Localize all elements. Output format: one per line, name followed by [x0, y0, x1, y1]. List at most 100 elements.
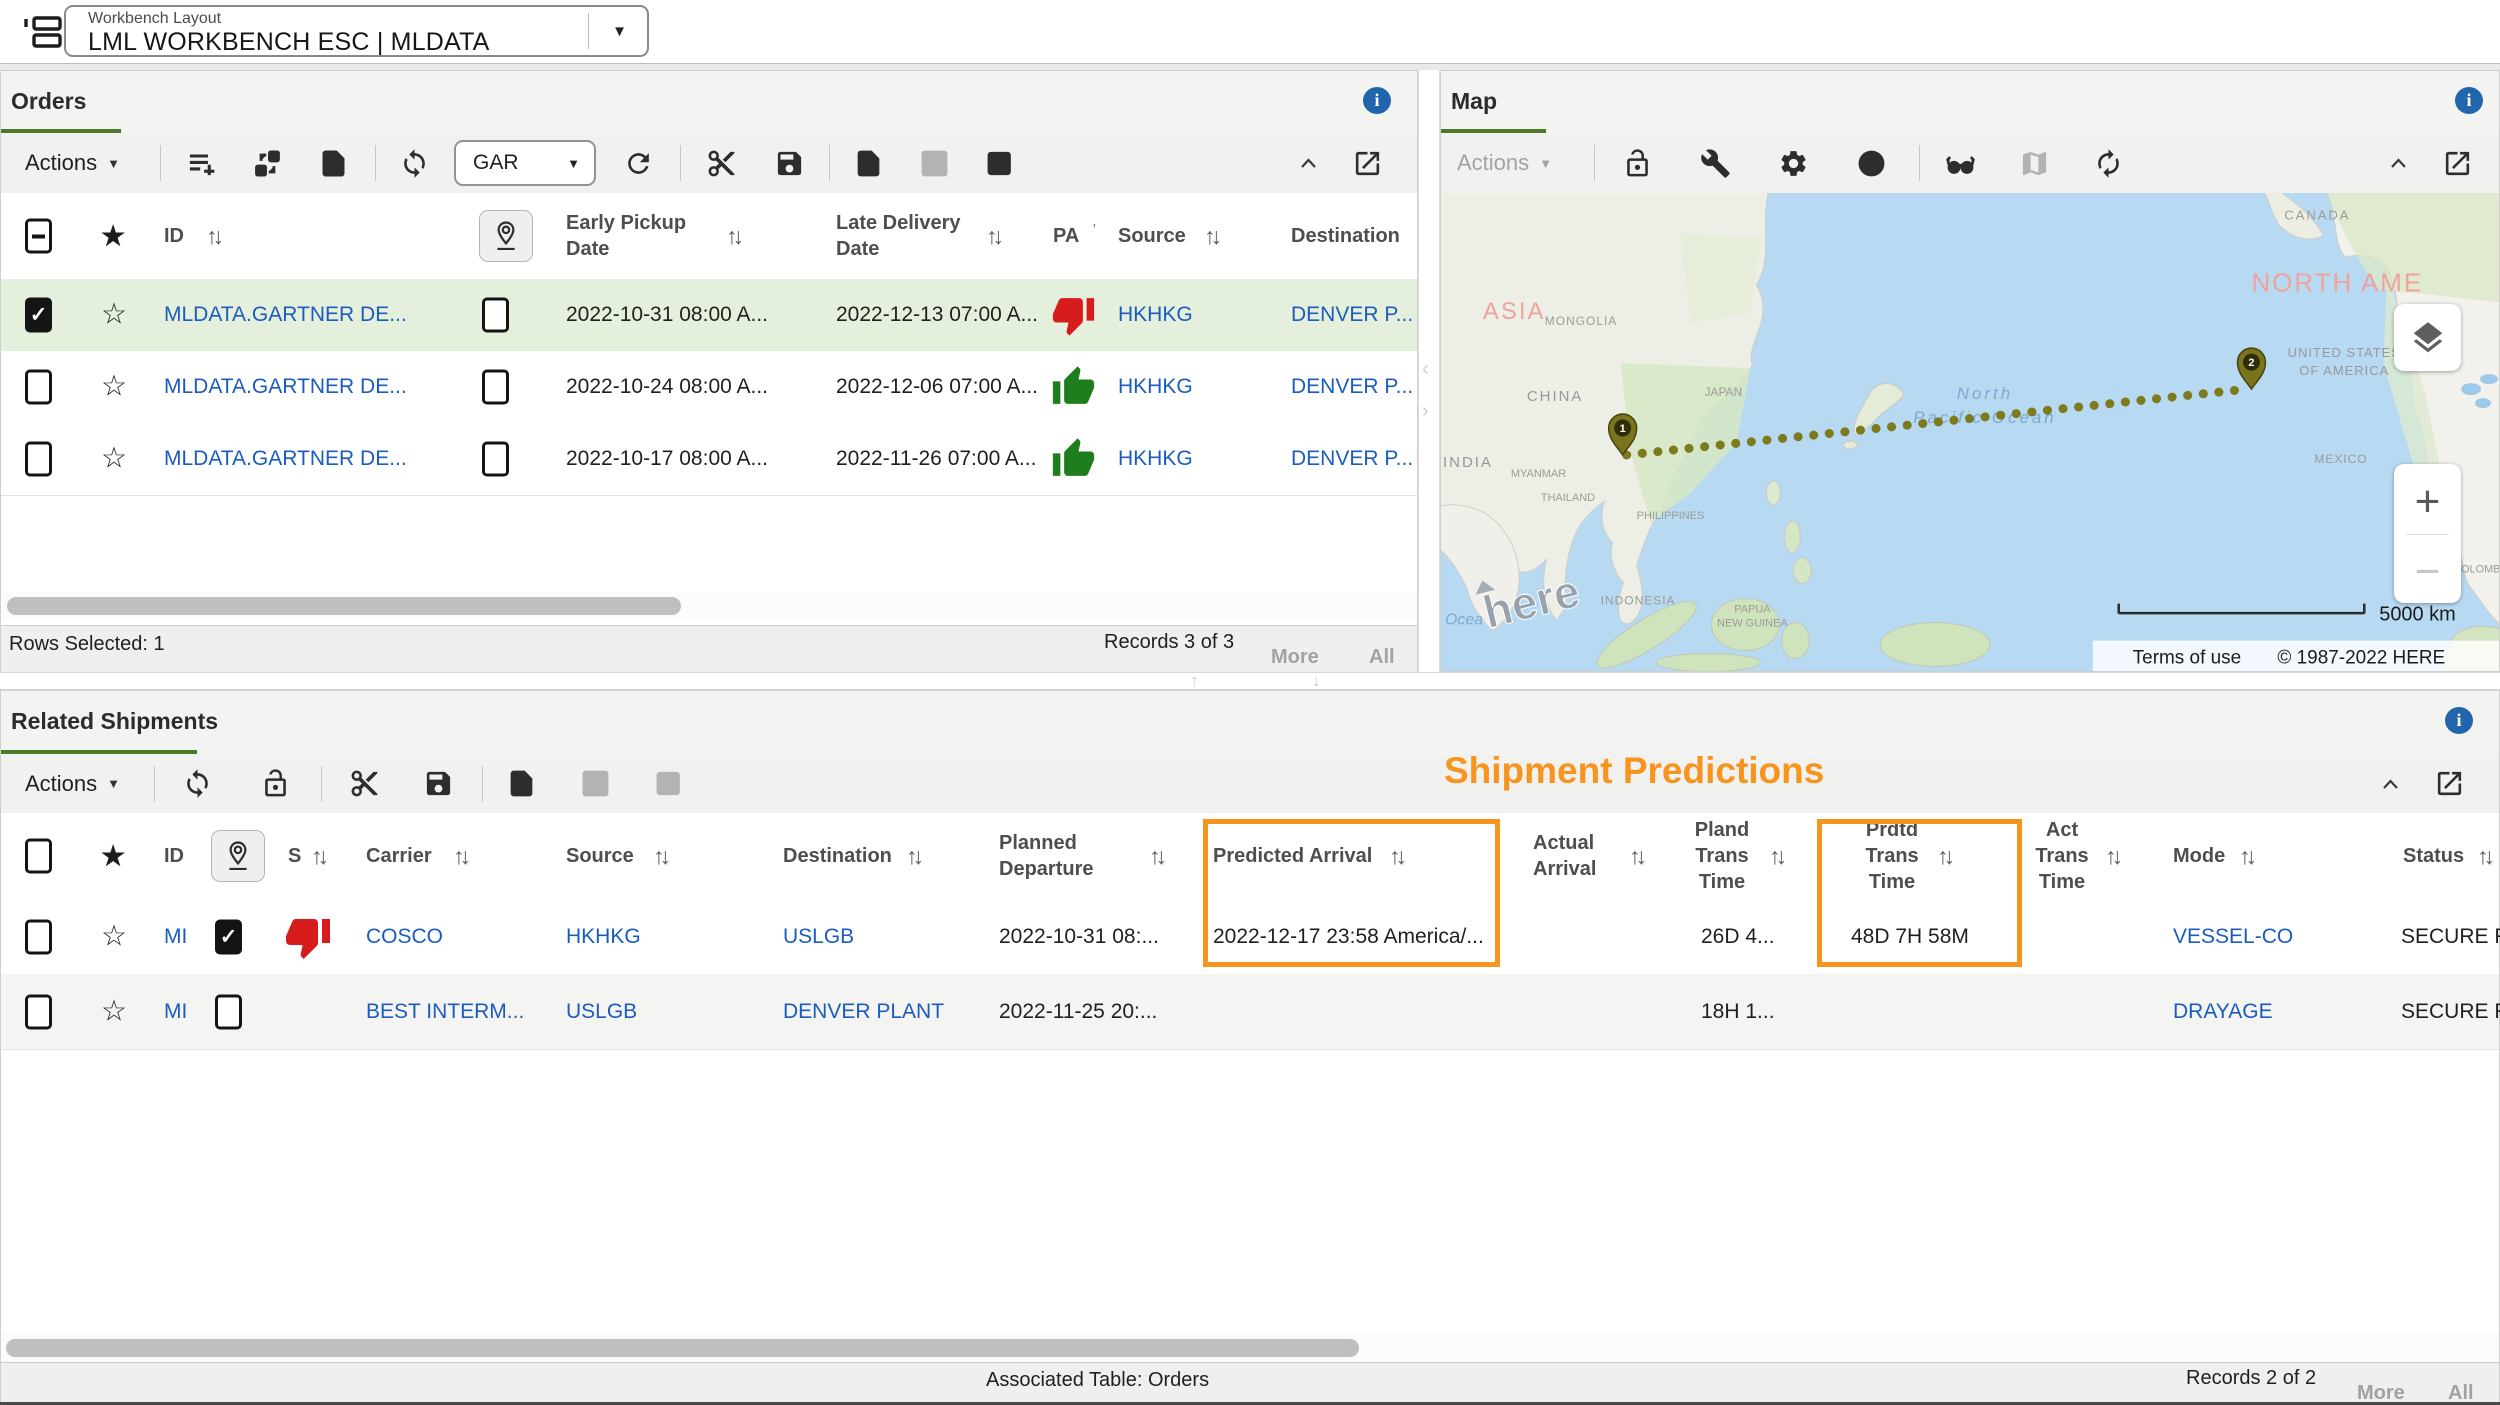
collapse-panel-icon[interactable] — [2373, 769, 2407, 799]
map-layers-button[interactable] — [2394, 304, 2461, 371]
sort-icon[interactable] — [453, 813, 466, 899]
save-icon[interactable] — [412, 762, 464, 806]
row-flag-checkbox[interactable] — [482, 298, 509, 333]
chart-icon[interactable] — [908, 141, 960, 185]
new-document-icon[interactable] — [307, 141, 359, 185]
sort-icon[interactable] — [2105, 813, 2118, 899]
workbench-layout-select[interactable]: Workbench Layout LML WORKBENCH ESC | MLD… — [64, 5, 649, 57]
chart-icon[interactable] — [569, 762, 621, 806]
horizontal-splitter[interactable] — [0, 672, 2500, 690]
splitter-left-arrow-icon[interactable] — [1422, 358, 1429, 381]
orders-actions-button[interactable]: Actions — [25, 150, 120, 176]
cut-unlink-icon[interactable] — [338, 762, 390, 806]
carrier-link[interactable]: BEST INTERM... — [366, 1000, 524, 1024]
sort-icon[interactable] — [986, 193, 999, 279]
all-button[interactable]: All — [1369, 646, 1395, 669]
bullseye-icon[interactable] — [1845, 141, 1897, 185]
scrollbar-thumb[interactable] — [6, 1339, 1359, 1357]
orders-col-late-delivery[interactable]: Late Delivery Date — [836, 193, 986, 279]
all-button[interactable]: All — [2448, 1382, 2474, 1405]
shipment-id-link[interactable]: MI — [164, 925, 187, 949]
orders-tab[interactable]: Orders — [11, 88, 86, 115]
map-actions-button[interactable]: Actions — [1457, 150, 1552, 176]
shipments-hscrollbar[interactable] — [1, 1334, 2499, 1362]
shipments-col-id[interactable]: ID — [164, 813, 184, 899]
sort-icon[interactable] — [311, 813, 324, 899]
shipments-col-prdtd-trans-time[interactable]: Prdtd Trans Time — [1859, 813, 1925, 899]
zoom-out-button[interactable]: − — [2394, 544, 2461, 599]
order-row[interactable]: ☆ MLDATA.GARTNER DE... 2022-10-24 08:00 … — [1, 351, 1417, 424]
splitter-up-arrow-icon[interactable] — [1190, 671, 1199, 691]
star-toggle[interactable]: ☆ — [101, 997, 127, 1026]
sort-icon[interactable] — [206, 193, 219, 279]
orders-col-early-pickup[interactable]: Early Pickup Date — [566, 193, 716, 279]
row-select-checkbox[interactable] — [25, 994, 52, 1029]
gear-icon[interactable] — [1767, 141, 1819, 185]
splitter-down-arrow-icon[interactable] — [1312, 671, 1321, 691]
source-link[interactable]: USLGB — [566, 1000, 637, 1024]
order-id-link[interactable]: MLDATA.GARTNER DE... — [164, 303, 407, 327]
map-tab[interactable]: Map — [1451, 88, 1497, 115]
map-mode-icon[interactable] — [2008, 141, 2060, 185]
collapse-panel-icon[interactable] — [2381, 148, 2415, 178]
add-to-list-icon[interactable] — [175, 141, 227, 185]
order-id-link[interactable]: MLDATA.GARTNER DE... — [164, 447, 407, 471]
map-pin-column-button[interactable] — [479, 210, 533, 262]
scrollbar-thumb[interactable] — [7, 597, 681, 615]
sort-icon[interactable] — [1769, 813, 1782, 899]
collapse-panel-icon[interactable] — [1291, 148, 1325, 178]
orders-col-destination[interactable]: Destination — [1291, 193, 1400, 279]
shipment-row[interactable]: ☆ MI COSCO HKHKG USLGB 2022-10-31 08:...… — [1, 899, 2499, 975]
row-select-checkbox[interactable] — [25, 370, 52, 405]
sort-icon[interactable] — [2477, 813, 2490, 899]
map-pin-column-button[interactable] — [211, 830, 265, 882]
more-button[interactable]: More — [1271, 646, 1319, 669]
orders-col-source[interactable]: Source — [1118, 193, 1186, 279]
refresh-icon[interactable] — [612, 141, 664, 185]
sort-icon[interactable] — [1204, 193, 1217, 279]
star-toggle[interactable]: ☆ — [101, 301, 127, 330]
terms-of-use-link[interactable]: Terms of use — [2133, 648, 2242, 669]
sort-icon[interactable] — [906, 813, 919, 899]
shipment-id-link[interactable]: MI — [164, 1000, 187, 1024]
shipments-col-s[interactable]: S — [288, 813, 301, 899]
auto-refresh-icon[interactable] — [171, 762, 223, 806]
shipments-col-source[interactable]: Source — [566, 813, 634, 899]
sort-icon[interactable] — [1389, 813, 1402, 899]
shipments-col-pland-trans-time[interactable]: Pland Trans Time — [1689, 813, 1755, 899]
sort-icon[interactable] — [1937, 813, 1950, 899]
shipments-col-actual-arrival[interactable]: Actual Arrival — [1533, 813, 1628, 899]
shipments-col-predicted-arrival[interactable]: Predicted Arrival — [1213, 813, 1372, 899]
shipments-info-icon[interactable] — [2445, 707, 2473, 734]
destination-link[interactable]: USLGB — [783, 925, 854, 949]
orders-hscrollbar[interactable] — [1, 592, 1417, 620]
row-select-checkbox[interactable] — [25, 298, 52, 333]
order-id-link[interactable]: MLDATA.GARTNER DE... — [164, 375, 407, 399]
related-shipments-tab[interactable]: Related Shipments — [11, 708, 218, 735]
destination-link[interactable]: DENVER P... — [1291, 375, 1413, 399]
source-link[interactable]: HKHKG — [1118, 447, 1193, 471]
more-button[interactable]: More — [2357, 1382, 2405, 1405]
select-all-checkbox[interactable] — [25, 219, 52, 254]
star-column-header[interactable]: ★ — [101, 813, 125, 899]
mode-link[interactable]: VESSEL-CO — [2173, 925, 2293, 949]
shipment-row[interactable]: ☆ MI BEST INTERM... USLGB DENVER PLANT 2… — [1, 974, 2499, 1050]
edit-icon[interactable] — [974, 141, 1026, 185]
destination-link[interactable]: DENVER PLANT — [783, 1000, 944, 1024]
map-info-icon[interactable] — [2455, 87, 2483, 114]
shipments-col-mode[interactable]: Mode — [2173, 813, 2225, 899]
unlock-icon[interactable] — [1611, 141, 1663, 185]
unlock-icon[interactable] — [249, 762, 301, 806]
cycle-refresh-icon[interactable] — [2082, 141, 2134, 185]
reorder-columns-icon[interactable] — [241, 141, 293, 185]
order-row[interactable]: ☆ MLDATA.GARTNER DE... 2022-10-31 08:00 … — [1, 279, 1417, 352]
source-link[interactable]: HKHKG — [1118, 375, 1193, 399]
open-in-new-window-icon[interactable] — [1341, 141, 1393, 185]
source-link[interactable]: HKHKG — [566, 925, 641, 949]
order-row[interactable]: ☆ MLDATA.GARTNER DE... 2022-10-17 08:00 … — [1, 423, 1417, 496]
source-link[interactable]: HKHKG — [1118, 303, 1193, 327]
star-toggle[interactable]: ☆ — [101, 445, 127, 474]
row-select-checkbox[interactable] — [25, 919, 52, 954]
shipments-col-destination[interactable]: Destination — [783, 813, 892, 899]
splitter-right-arrow-icon[interactable] — [1422, 400, 1429, 423]
